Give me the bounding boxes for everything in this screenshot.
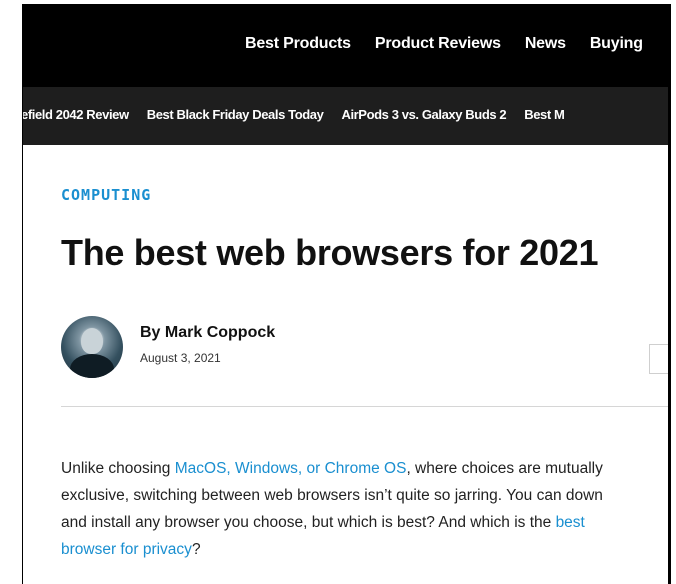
article-headline: The best web browsers for 2021 bbox=[61, 232, 599, 273]
site-header: Best Products Product Reviews News Buying bbox=[23, 4, 668, 87]
avatar-head-shape bbox=[81, 328, 103, 354]
intro-line-1: Unlike choosing MacOS, Windows, or Chrom… bbox=[61, 455, 668, 482]
os-link[interactable]: MacOS, Windows, or Chrome OS bbox=[175, 460, 407, 477]
intro-text: and install any browser you choose, but … bbox=[61, 514, 556, 531]
nav-product-reviews[interactable]: Product Reviews bbox=[375, 35, 501, 52]
intro-text: Unlike choosing bbox=[61, 460, 175, 477]
intro-text: ? bbox=[191, 541, 201, 558]
nav-news[interactable]: News bbox=[525, 35, 566, 52]
main-nav: Best Products Product Reviews News Buying bbox=[245, 35, 667, 53]
trending-link-black-friday[interactable]: Best Black Friday Deals Today bbox=[147, 107, 324, 122]
author-name[interactable]: By Mark Coppock bbox=[140, 324, 275, 342]
category-link[interactable]: COMPUTING bbox=[61, 186, 151, 204]
trending-link-airpods[interactable]: AirPods 3 vs. Galaxy Buds 2 bbox=[341, 107, 506, 122]
trending-link-best[interactable]: Best M bbox=[524, 107, 565, 122]
publish-date: August 3, 2021 bbox=[140, 351, 221, 365]
share-button[interactable] bbox=[649, 344, 668, 374]
trending-bar: efield 2042 Review Best Black Friday Deal… bbox=[23, 87, 668, 145]
trending-link-battlefield[interactable]: efield 2042 Review bbox=[23, 107, 129, 122]
nav-buying[interactable]: Buying bbox=[590, 35, 643, 52]
avatar-body-shape bbox=[70, 354, 114, 378]
trending-nav: efield 2042 Review Best Black Friday Deal… bbox=[23, 107, 582, 122]
intro-line-4: browser for privacy? bbox=[61, 536, 668, 563]
byline-divider bbox=[61, 406, 668, 407]
article-intro: Unlike choosing MacOS, Windows, or Chrom… bbox=[61, 455, 668, 563]
privacy-browser-link[interactable]: browser for privacy bbox=[61, 541, 192, 558]
intro-line-3: and install any browser you choose, but … bbox=[61, 509, 668, 536]
author-avatar[interactable] bbox=[61, 316, 123, 378]
nav-best-products[interactable]: Best Products bbox=[245, 35, 351, 52]
best-browser-link[interactable]: best bbox=[556, 514, 585, 531]
browser-viewport: Best Products Product Reviews News Buying e… bbox=[22, 4, 671, 584]
intro-text: , where choices are mutually bbox=[406, 460, 603, 477]
intro-line-2: exclusive, switching between web browser… bbox=[61, 487, 603, 504]
